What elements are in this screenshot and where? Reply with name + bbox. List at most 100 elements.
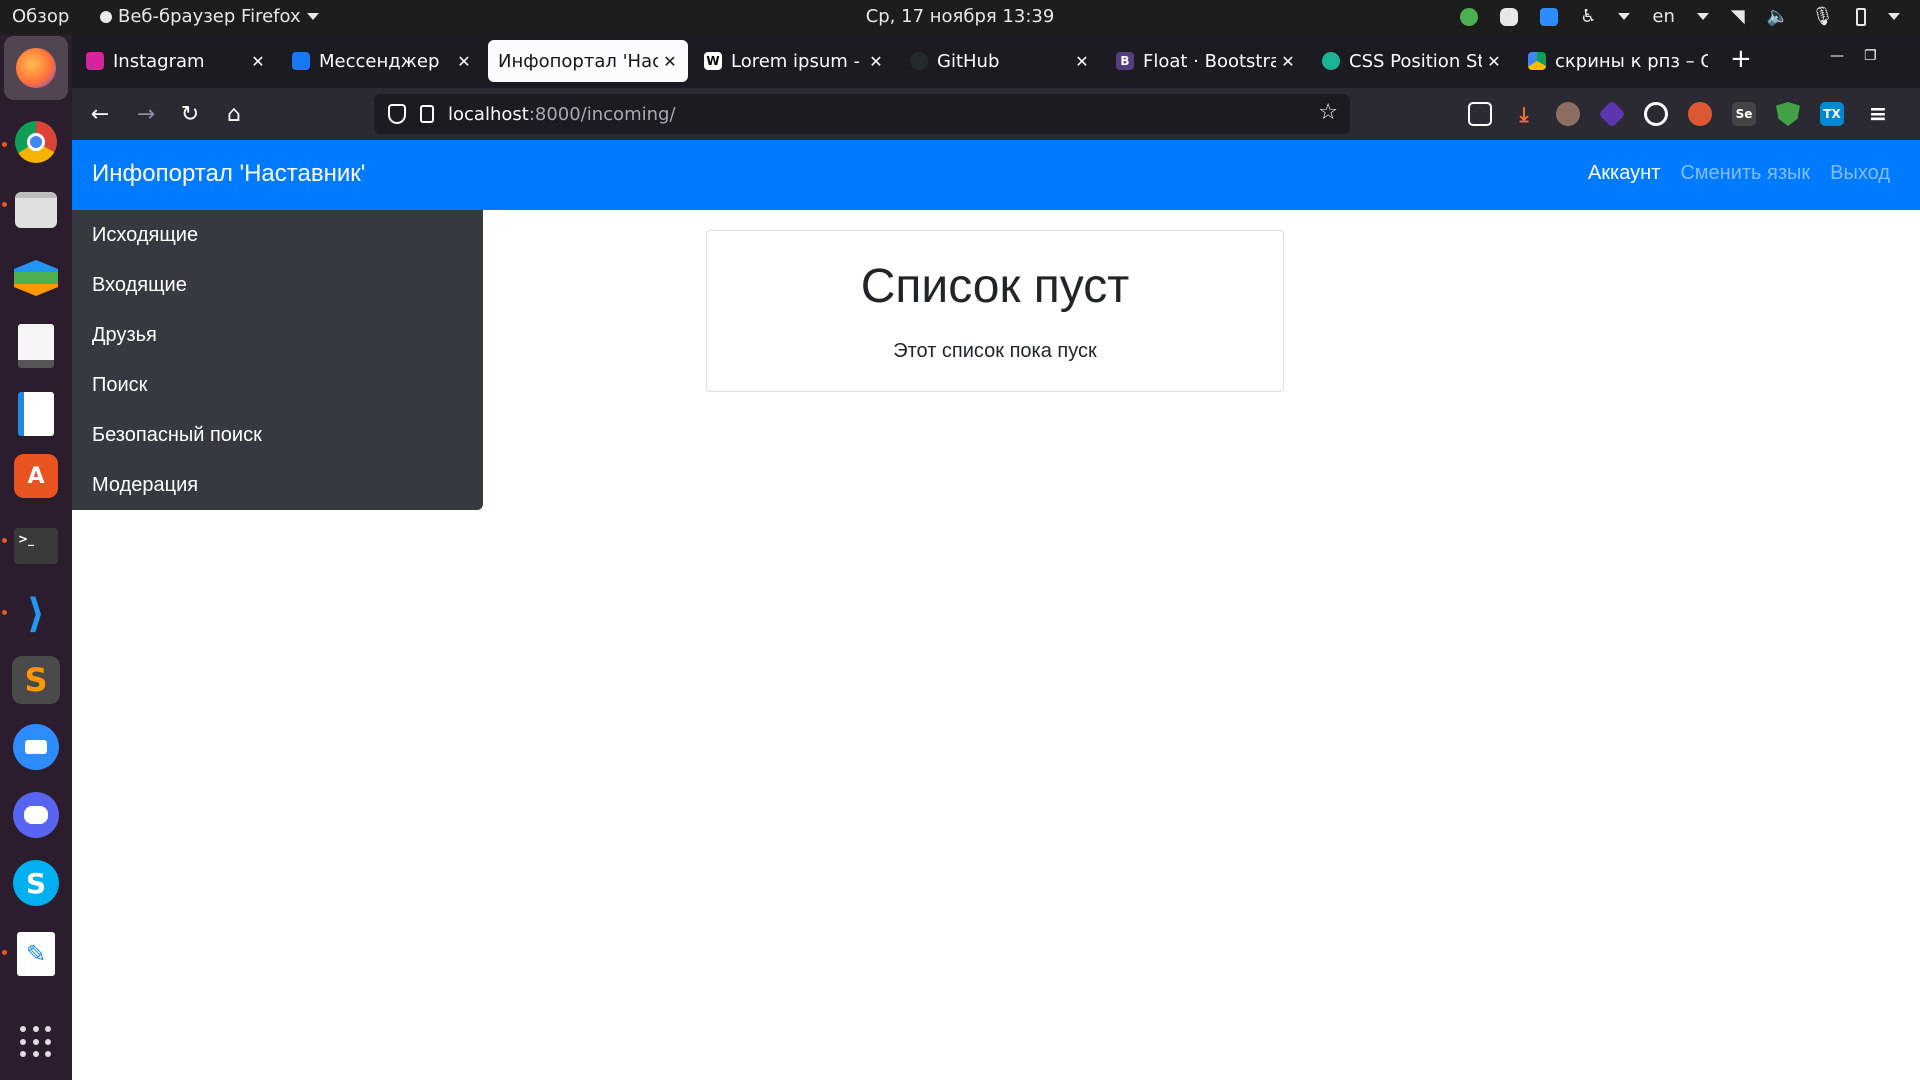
dock: A >_ ⟩ S S ✎ — [0, 34, 72, 1080]
tab-instagram[interactable]: Instagram ✕ — [76, 40, 276, 82]
skype-launcher-icon[interactable]: S — [13, 860, 59, 906]
sidebar-item-moderation[interactable]: Модерация — [72, 460, 483, 510]
discord-launcher-icon[interactable] — [13, 792, 59, 838]
close-icon[interactable]: ✕ — [456, 52, 472, 71]
zoom-launcher-icon[interactable] — [13, 724, 59, 770]
tab-github[interactable]: GitHub ✕ — [900, 40, 1100, 82]
chevron-down-icon — [306, 13, 319, 20]
tab-lorem-ipsum[interactable]: W Lorem ipsum - Wikipedia ✕ — [694, 40, 894, 82]
text-editor-launcher-icon[interactable]: ✎ — [10, 928, 62, 980]
close-icon[interactable]: ✕ — [1486, 52, 1502, 71]
app-menu[interactable]: Веб-браузер Firefox — [100, 6, 319, 27]
page-info-icon[interactable] — [420, 105, 434, 123]
app-menu-label: Веб-браузер Firefox — [118, 6, 301, 27]
tab-infoportal[interactable]: Инфопортал 'Наставник' ✕ — [488, 40, 688, 82]
tab-title: Lorem ipsum - Wikipedia — [731, 50, 864, 72]
sidebar-item-incoming[interactable]: Входящие — [72, 260, 483, 310]
system-tray: ♿ en ◥ 🔈 🎙 — [1460, 6, 1900, 27]
files-launcher-icon[interactable] — [10, 184, 62, 236]
tab-title: Instagram — [113, 50, 205, 72]
site-sidebar: Исходящие Входящие Друзья Поиск Безопасн… — [72, 210, 483, 510]
layers-app-icon[interactable] — [10, 252, 62, 304]
close-icon[interactable]: ✕ — [1074, 52, 1090, 71]
vscode-launcher-icon[interactable]: ⟩ — [10, 588, 62, 640]
forward-icon[interactable]: → — [132, 100, 160, 128]
chevron-down-icon — [1696, 13, 1709, 20]
tab-css-position-sticky[interactable]: CSS Position Sticky ✕ — [1312, 40, 1512, 82]
close-icon[interactable]: ✕ — [250, 52, 266, 71]
bookmark-star-icon[interactable]: ☆ — [1318, 100, 1338, 125]
menu-icon[interactable]: ≡ — [1866, 102, 1890, 127]
sidebar-item-search[interactable]: Поиск — [72, 360, 483, 410]
tab-messenger[interactable]: Мессенджер ✕ — [282, 40, 482, 82]
bootstrap-icon: B — [1116, 52, 1134, 70]
tab-bootstrap-float[interactable]: B Float · Bootstrap ✕ — [1106, 40, 1306, 82]
sidebar-item-friends[interactable]: Друзья — [72, 310, 483, 360]
tab-title: Float · Bootstrap — [1143, 50, 1276, 72]
logout-link[interactable]: Выход — [1830, 162, 1890, 185]
tab-google-drive[interactable]: скрины к рпз – Google Диск — [1518, 40, 1718, 82]
battery-icon[interactable] — [1856, 7, 1866, 26]
writer-launcher-icon[interactable] — [10, 388, 62, 440]
system-top-bar: Обзор Веб-браузер Firefox Ср, 17 ноября … — [0, 0, 1920, 34]
instagram-icon — [86, 52, 104, 70]
shield-status-icon[interactable] — [1460, 7, 1479, 26]
tracking-protection-icon[interactable] — [388, 104, 406, 124]
close-icon[interactable]: ✕ — [868, 52, 884, 71]
github-icon — [910, 52, 928, 70]
empty-list-title: Список пуст — [860, 260, 1130, 313]
new-tab-button[interactable]: + — [1730, 44, 1752, 74]
tx-extension-icon[interactable]: TX — [1820, 102, 1844, 126]
site-navbar: Инфопортал 'Наставник' Аккаунт Сменить я… — [72, 140, 1920, 210]
keyboard-layout[interactable]: en — [1652, 6, 1674, 27]
selenium-icon[interactable]: Se — [1732, 102, 1756, 126]
minimize-icon[interactable]: — — [1830, 48, 1844, 64]
extension-purple-icon[interactable] — [1598, 100, 1626, 128]
sidebar-item-safe-search[interactable]: Безопасный поиск — [72, 410, 483, 460]
change-language-link[interactable]: Сменить язык — [1680, 162, 1810, 185]
software-center-icon[interactable]: A — [14, 454, 58, 498]
tab-title: Мессенджер — [319, 50, 440, 72]
duckduckgo-icon[interactable] — [1688, 102, 1712, 126]
firefox-launcher-icon[interactable] — [4, 36, 68, 100]
browser-toolbar: ← → ↻ ⌂ localhost:8000/incoming/ ☆ ⤓ Se … — [72, 88, 1920, 140]
document-viewer-icon[interactable] — [10, 320, 62, 372]
restore-icon[interactable]: ❐ — [1864, 48, 1877, 64]
pocket-icon[interactable] — [1468, 102, 1492, 126]
address-bar[interactable]: localhost:8000/incoming/ ☆ — [374, 94, 1350, 134]
tab-bar: Instagram ✕ Мессенджер ✕ Инфопортал 'Нас… — [72, 34, 1920, 88]
chevron-down-icon — [1888, 13, 1900, 20]
chrome-launcher-icon[interactable] — [10, 116, 62, 168]
show-applications-icon[interactable] — [20, 1026, 52, 1058]
terminal-launcher-icon[interactable]: >_ — [10, 520, 62, 572]
firefox-small-icon — [100, 10, 112, 23]
tab-title: скрины к рпз – Google Диск — [1555, 50, 1708, 72]
close-icon[interactable]: ✕ — [1280, 52, 1296, 71]
zoom-tray-icon[interactable] — [1540, 7, 1559, 26]
volume-icon[interactable]: 🔈 — [1767, 6, 1789, 27]
account-link[interactable]: Аккаунт — [1588, 162, 1660, 185]
profile-avatar-icon[interactable] — [1556, 102, 1580, 126]
sublime-launcher-icon[interactable]: S — [12, 656, 60, 704]
site-brand[interactable]: Инфопортал 'Наставник' — [92, 160, 365, 188]
reload-icon[interactable]: ↻ — [176, 100, 204, 128]
site-nav-links: Аккаунт Сменить язык Выход — [1588, 162, 1890, 185]
wifi-icon[interactable]: ◥ — [1731, 6, 1745, 27]
css-icon — [1322, 52, 1340, 70]
downloads-icon[interactable]: ⤓ — [1512, 102, 1536, 126]
tab-title: GitHub — [937, 50, 1000, 72]
back-icon[interactable]: ← — [86, 100, 114, 128]
sidebar-item-outgoing[interactable]: Исходящие — [72, 210, 483, 260]
url-text[interactable]: localhost:8000/incoming/ — [448, 104, 676, 125]
shield-extension-icon[interactable] — [1776, 102, 1800, 126]
close-icon[interactable]: ✕ — [662, 52, 678, 71]
discord-tray-icon[interactable] — [1500, 7, 1519, 26]
activities-button[interactable]: Обзор — [12, 6, 69, 27]
home-icon[interactable]: ⌂ — [220, 100, 248, 128]
google-drive-icon — [1528, 52, 1546, 70]
extension-ring-icon[interactable] — [1644, 102, 1668, 126]
chevron-down-icon — [1618, 13, 1631, 20]
wikipedia-icon: W — [704, 52, 722, 70]
accessibility-icon[interactable]: ♿ — [1580, 6, 1596, 27]
microphone-icon[interactable]: 🎙 — [1811, 6, 1834, 27]
